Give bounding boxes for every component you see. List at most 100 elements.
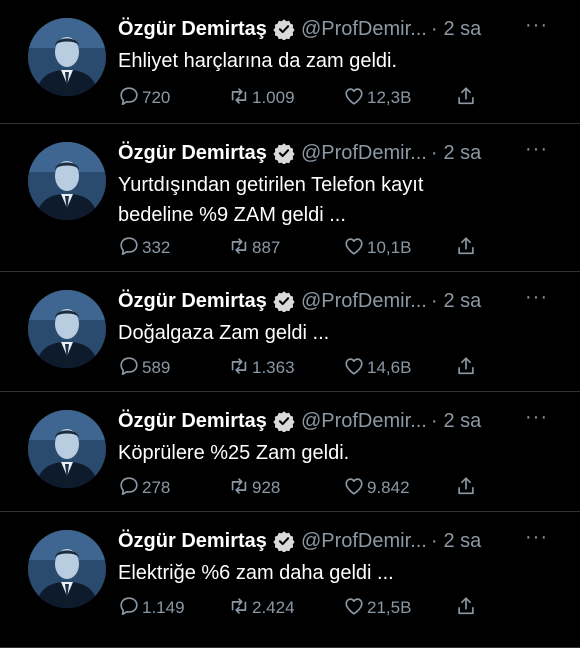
retweet-button[interactable]: 887 bbox=[228, 235, 343, 262]
tweet[interactable]: Özgür Demirtaş @ProfDemir... · 2 sa ··· … bbox=[0, 124, 580, 272]
heart-icon bbox=[343, 85, 367, 112]
more-options-icon[interactable]: ··· bbox=[525, 14, 548, 37]
retweet-icon bbox=[228, 85, 252, 112]
verified-badge-icon bbox=[273, 18, 295, 41]
retweet-button[interactable]: 2.424 bbox=[228, 595, 343, 622]
tweet-header: Özgür Demirtaş @ProfDemir... · 2 sa ··· bbox=[118, 14, 566, 44]
avatar[interactable] bbox=[28, 530, 106, 608]
reply-icon bbox=[118, 595, 142, 622]
retweet-count: 1.363 bbox=[252, 358, 295, 377]
share-button[interactable] bbox=[455, 85, 479, 112]
retweet-button[interactable]: 1.363 bbox=[228, 355, 343, 382]
reply-count: 332 bbox=[142, 238, 171, 257]
tweet-text-line: Ehliyet harçlarına da zam geldi. bbox=[118, 50, 398, 72]
tweet-actions: 1.149 2.424 21,5B bbox=[118, 596, 566, 620]
timestamp[interactable]: 2 sa bbox=[444, 142, 482, 165]
retweet-icon bbox=[228, 595, 252, 622]
more-options-icon[interactable]: ··· bbox=[525, 406, 548, 429]
tweet-actions: 332 887 10,1B bbox=[118, 236, 566, 260]
more-options-icon[interactable]: ··· bbox=[525, 138, 548, 161]
tweet[interactable]: Özgür Demirtaş @ProfDemir... · 2 sa ··· … bbox=[0, 0, 580, 124]
tweet-actions: 720 1.009 12,3B bbox=[118, 86, 566, 110]
author-handle[interactable]: @ProfDemir... bbox=[301, 530, 427, 553]
heart-icon bbox=[343, 355, 367, 382]
author-name[interactable]: Özgür Demirtaş bbox=[118, 410, 267, 433]
heart-icon bbox=[343, 595, 367, 622]
retweet-icon bbox=[228, 235, 252, 262]
author-handle[interactable]: @ProfDemir... bbox=[301, 290, 427, 313]
retweet-count: 1.009 bbox=[252, 88, 295, 107]
tweet-text-line: Köprülere %25 Zam geldi. bbox=[118, 442, 350, 464]
like-count: 12,3B bbox=[367, 88, 412, 107]
reply-button[interactable]: 1.149 bbox=[118, 595, 228, 622]
reply-button[interactable]: 720 bbox=[118, 85, 228, 112]
reply-button[interactable]: 589 bbox=[118, 355, 228, 382]
avatar[interactable] bbox=[28, 18, 106, 96]
verified-badge-icon bbox=[273, 290, 295, 313]
like-count: 10,1B bbox=[367, 238, 412, 257]
reply-count: 278 bbox=[142, 478, 171, 497]
reply-icon bbox=[118, 355, 142, 382]
tweet[interactable]: Özgür Demirtaş @ProfDemir... · 2 sa ··· … bbox=[0, 392, 580, 512]
share-button[interactable] bbox=[455, 595, 479, 622]
more-options-icon[interactable]: ··· bbox=[525, 286, 548, 309]
author-handle[interactable]: @ProfDemir... bbox=[301, 142, 427, 165]
like-button[interactable]: 9.842 bbox=[343, 475, 455, 502]
tweet-text-line: Doğalgaza Zam geldi ... bbox=[118, 322, 330, 344]
avatar[interactable] bbox=[28, 290, 106, 368]
retweet-button[interactable]: 1.009 bbox=[228, 85, 343, 112]
separator-dot: · bbox=[430, 409, 438, 432]
timestamp[interactable]: 2 sa bbox=[444, 290, 482, 313]
author-handle[interactable]: @ProfDemir... bbox=[301, 410, 427, 433]
author-name[interactable]: Özgür Demirtaş bbox=[118, 290, 267, 313]
tweet[interactable]: Özgür Demirtaş @ProfDemir... · 2 sa ··· … bbox=[0, 272, 580, 392]
tweet-text: Doğalgaza Zam geldi ... bbox=[118, 318, 566, 348]
reply-icon bbox=[118, 475, 142, 502]
author-name[interactable]: Özgür Demirtaş bbox=[118, 142, 267, 165]
retweet-count: 928 bbox=[252, 478, 281, 497]
timestamp[interactable]: 2 sa bbox=[444, 18, 482, 41]
like-button[interactable]: 12,3B bbox=[343, 85, 455, 112]
author-name[interactable]: Özgür Demirtaş bbox=[118, 530, 267, 553]
like-count: 21,5B bbox=[367, 598, 412, 617]
share-icon bbox=[455, 595, 479, 622]
timestamp[interactable]: 2 sa bbox=[444, 530, 482, 553]
share-button[interactable] bbox=[455, 235, 479, 262]
like-count: 14,6B bbox=[367, 358, 412, 377]
tweet-header: Özgür Demirtaş @ProfDemir... · 2 sa ··· bbox=[118, 286, 566, 316]
tweet-header: Özgür Demirtaş @ProfDemir... · 2 sa ··· bbox=[118, 526, 566, 556]
like-button[interactable]: 10,1B bbox=[343, 235, 455, 262]
like-button[interactable]: 21,5B bbox=[343, 595, 455, 622]
share-icon bbox=[455, 475, 479, 502]
tweet-text: Ehliyet harçlarına da zam geldi. bbox=[118, 46, 566, 76]
reply-button[interactable]: 278 bbox=[118, 475, 228, 502]
tweet-text-line: Elektriğe %6 zam daha geldi ... bbox=[118, 562, 394, 584]
verified-badge-icon bbox=[273, 530, 295, 553]
heart-icon bbox=[343, 475, 367, 502]
tweet-header: Özgür Demirtaş @ProfDemir... · 2 sa ··· bbox=[118, 138, 566, 168]
tweet-text: Yurtdışından getirilen Telefon kayıt bede… bbox=[118, 170, 566, 230]
author-handle[interactable]: @ProfDemir... bbox=[301, 18, 427, 41]
avatar[interactable] bbox=[28, 410, 106, 488]
share-button[interactable] bbox=[455, 475, 479, 502]
share-icon bbox=[455, 235, 479, 262]
reply-icon bbox=[118, 235, 142, 262]
share-button[interactable] bbox=[455, 355, 479, 382]
reply-button[interactable]: 332 bbox=[118, 235, 228, 262]
like-button[interactable]: 14,6B bbox=[343, 355, 455, 382]
separator-dot: · bbox=[430, 289, 438, 312]
more-options-icon[interactable]: ··· bbox=[525, 526, 548, 549]
heart-icon bbox=[343, 235, 367, 262]
avatar[interactable] bbox=[28, 142, 106, 220]
retweet-count: 2.424 bbox=[252, 598, 295, 617]
separator-dot: · bbox=[430, 529, 438, 552]
author-name[interactable]: Özgür Demirtaş bbox=[118, 18, 267, 41]
share-icon bbox=[455, 355, 479, 382]
reply-icon bbox=[118, 85, 142, 112]
timestamp[interactable]: 2 sa bbox=[444, 410, 482, 433]
tweet[interactable]: Özgür Demirtaş @ProfDemir... · 2 sa ··· … bbox=[0, 512, 580, 648]
tweet-text-line: Yurtdışından getirilen Telefon kayıt bbox=[118, 174, 424, 196]
retweet-button[interactable]: 928 bbox=[228, 475, 343, 502]
tweet-actions: 278 928 9.842 bbox=[118, 476, 566, 500]
retweet-count: 887 bbox=[252, 238, 281, 257]
